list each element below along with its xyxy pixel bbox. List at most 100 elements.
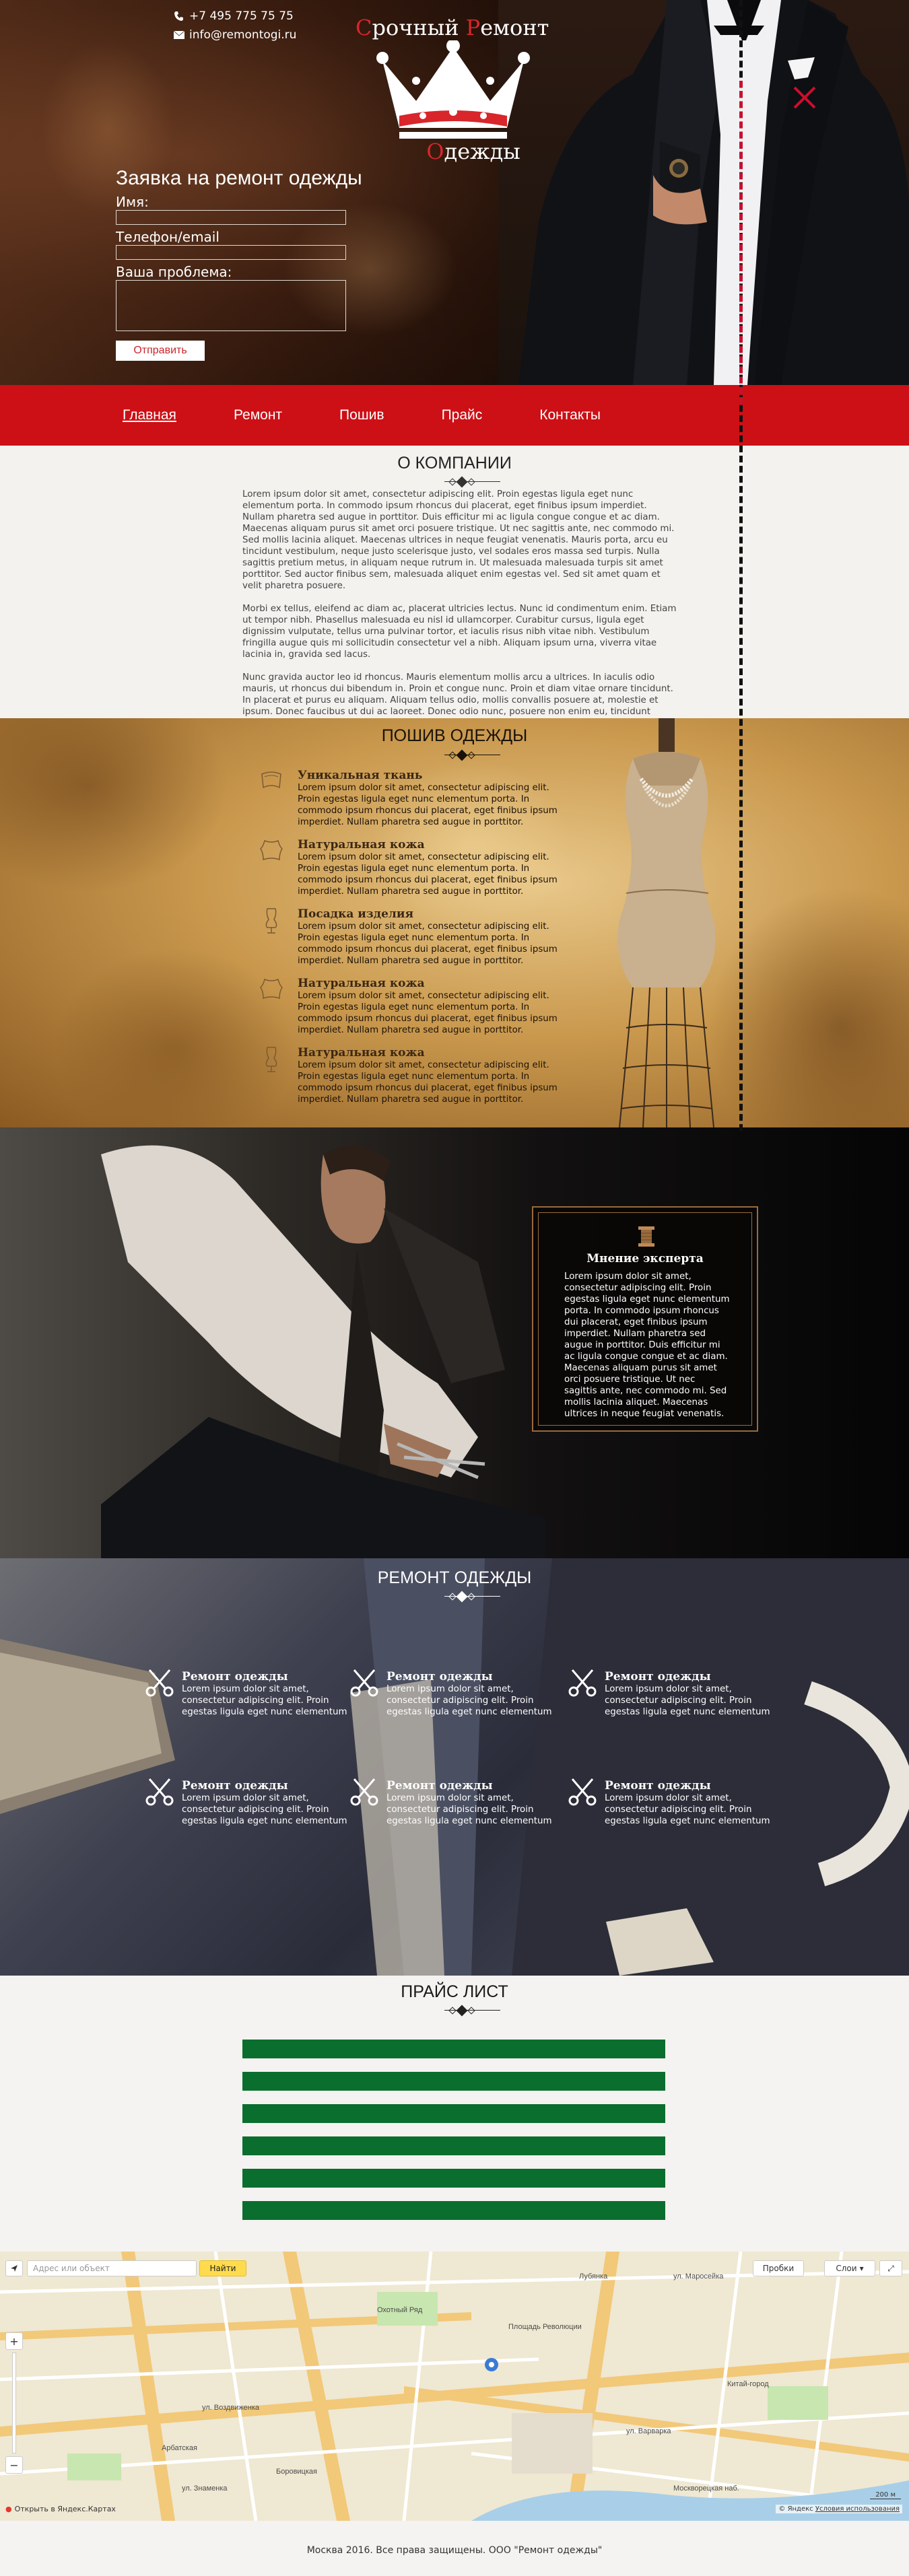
- logo-initial: С: [356, 15, 372, 40]
- map-scale: 200 м: [870, 2491, 901, 2499]
- feature-title: Посадка изделия: [298, 907, 414, 921]
- map-label: Москворецкая наб.: [673, 2484, 739, 2493]
- traffic-button[interactable]: Пробки: [753, 2260, 804, 2276]
- zoom-slider[interactable]: [12, 2353, 16, 2453]
- fullscreen-icon: ⤢: [887, 2263, 894, 2273]
- hero-suit-image: [498, 0, 909, 385]
- feature-item: Посадка изделия Lorem ipsum dolor sit am…: [259, 907, 582, 967]
- traffic-label: Пробки: [762, 2264, 795, 2273]
- repair-card-title: Ремонт одежды: [182, 1670, 288, 1683]
- feature-item: Натуральная кожа Lorem ipsum dolor sit a…: [259, 977, 582, 1036]
- scissors-icon: [568, 1778, 597, 1806]
- header-contacts: +7 495 775 75 75 info@remontogi.ru: [174, 9, 296, 47]
- repair-card-text: Lorem ipsum dolor sit amet, consectetur …: [386, 1684, 552, 1717]
- feature-text: Lorem ipsum dolor sit amet, consectetur …: [298, 991, 558, 1035]
- order-form: Заявка на ремонт одежды Имя: Телефон/ema…: [116, 167, 399, 361]
- contact-phone[interactable]: +7 495 775 75 75: [174, 9, 296, 23]
- expert-section: Мнение эксперта Lorem ipsum dolor sit am…: [0, 1127, 909, 1558]
- thread-spool-icon: [638, 1226, 654, 1247]
- title-ornament: [364, 476, 545, 488]
- nav-item-contacts[interactable]: Контакты: [539, 407, 601, 423]
- map-label: ул. Воздвиженка: [202, 2404, 260, 2412]
- logo-word: емонт: [480, 15, 549, 40]
- chevron-down-icon: ▾: [859, 2264, 864, 2273]
- leather-hide-icon: [260, 839, 283, 861]
- tailoring-title: ПОШИВ ОДЕЖДЫ: [381, 726, 528, 745]
- feature-text: Lorem ipsum dolor sit amet, consectetur …: [298, 783, 558, 827]
- feature-title: Уникальная ткань: [298, 769, 423, 782]
- feature-item: Натуральная кожа Lorem ipsum dolor sit a…: [259, 1046, 582, 1105]
- about-title: О КОМПАНИИ: [397, 454, 512, 473]
- contact-label: Телефон/email: [116, 229, 220, 245]
- mannequin-image: [617, 718, 716, 1127]
- logo-text-bottom: Одежды: [356, 139, 551, 164]
- scissors-icon: [350, 1778, 378, 1806]
- location-arrow-icon: [11, 2265, 18, 2272]
- problem-label: Ваша проблема:: [116, 264, 232, 280]
- footer-text: Москва 2016. Все права защищены. ООО "Ре…: [306, 2545, 603, 2556]
- fabric-icon: [261, 771, 281, 789]
- map-canvas[interactable]: ул. Маросейка Китай-город ул. Варварка М…: [0, 2252, 909, 2521]
- logo-word: рочный: [372, 15, 466, 40]
- scissors-icon: [145, 1669, 174, 1697]
- price-row: [242, 2040, 665, 2058]
- repair-section: РЕМОНТ ОДЕЖДЫ Ремонт одежды Lorem ipsum …: [0, 1558, 909, 1976]
- map-pin-icon: ●: [5, 2505, 12, 2513]
- phone-icon: [174, 11, 183, 21]
- submit-button[interactable]: Отправить: [116, 341, 205, 361]
- title-ornament: [364, 749, 545, 761]
- about-paragraph: Lorem ipsum dolor sit amet, consectetur …: [242, 489, 675, 591]
- title-ornament: [364, 2005, 545, 2017]
- expert-text: Lorem ipsum dolor sit amet, consectetur …: [564, 1272, 730, 1419]
- title-ornament: [364, 1591, 545, 1603]
- map-search-button[interactable]: Найти: [199, 2260, 246, 2276]
- dress-form-icon: [265, 908, 277, 934]
- nav-item-home[interactable]: Главная: [123, 407, 176, 423]
- map-search-input[interactable]: Адрес или объект: [27, 2260, 197, 2276]
- map-label: Охотный Ряд: [377, 2306, 423, 2314]
- contact-email[interactable]: info@remontogi.ru: [174, 28, 296, 42]
- problem-textarea[interactable]: [116, 280, 346, 331]
- repair-card-title: Ремонт одежды: [386, 1779, 493, 1792]
- map-label: Арбатская: [162, 2444, 197, 2452]
- site-footer: Москва 2016. Все права защищены. ООО "Ре…: [0, 2521, 909, 2576]
- feature-item: Уникальная ткань Lorem ipsum dolor sit a…: [259, 769, 582, 828]
- crown-icon: [376, 40, 530, 139]
- nav-item-repair[interactable]: Ремонт: [234, 407, 282, 423]
- price-title: ПРАЙС ЛИСТ: [401, 1982, 508, 2001]
- map-widget[interactable]: ул. Маросейка Китай-город ул. Варварка М…: [0, 2252, 909, 2521]
- contact-input[interactable]: [116, 245, 346, 260]
- mail-icon: [174, 31, 184, 39]
- map-terms-link[interactable]: Условия использования: [815, 2505, 900, 2513]
- map-label: ул. Варварка: [626, 2427, 671, 2435]
- map-copyright: © Яндекс: [778, 2505, 813, 2513]
- site-logo[interactable]: Срочный Ремонт Одежды: [356, 15, 551, 164]
- about-section: О КОМПАНИИ Lorem ipsum dolor sit amet, c…: [0, 446, 909, 728]
- repair-card-text: Lorem ipsum dolor sit amet, consectetur …: [386, 1793, 552, 1826]
- repair-card: Ремонт одежды Lorem ipsum dolor sit amet…: [144, 1669, 360, 1718]
- zoom-in-button[interactable]: +: [5, 2332, 23, 2350]
- map-label: Лубянка: [579, 2272, 608, 2281]
- expert-card: Мнение эксперта Lorem ipsum dolor sit am…: [532, 1206, 758, 1432]
- feature-text: Lorem ipsum dolor sit amet, consectetur …: [298, 1060, 558, 1105]
- fullscreen-button[interactable]: ⤢: [879, 2260, 902, 2276]
- repair-card-title: Ремонт одежды: [182, 1779, 288, 1792]
- tailoring-section: ПОШИВ ОДЕЖДЫ Уникальная ткань Lorem ipsu…: [0, 718, 909, 1127]
- stitch-line-red: [739, 81, 743, 404]
- geolocation-button[interactable]: [5, 2260, 23, 2276]
- nav-item-price[interactable]: Прайс: [442, 407, 483, 423]
- zoom-out-button[interactable]: −: [5, 2456, 23, 2474]
- name-input[interactable]: [116, 210, 346, 225]
- price-row: [242, 2072, 665, 2091]
- plus-icon: +: [9, 2334, 19, 2348]
- repair-card: Ремонт одежды Lorem ipsum dolor sit amet…: [349, 1778, 564, 1827]
- scissors-icon: [145, 1778, 174, 1806]
- nav-item-tailoring[interactable]: Пошив: [339, 407, 384, 423]
- scissors-icon: [350, 1669, 378, 1697]
- map-attribution: © Яндекс Условия использования: [776, 2505, 902, 2513]
- about-text: Lorem ipsum dolor sit amet, consectetur …: [242, 489, 680, 740]
- open-in-yandex-link[interactable]: ● Открыть в Яндекс.Картах: [5, 2505, 116, 2513]
- layers-button[interactable]: Слои ▾: [824, 2260, 875, 2276]
- open-in-yandex-text: Открыть в Яндекс.Картах: [14, 2505, 116, 2513]
- map-label: Площадь Революции: [508, 2323, 582, 2331]
